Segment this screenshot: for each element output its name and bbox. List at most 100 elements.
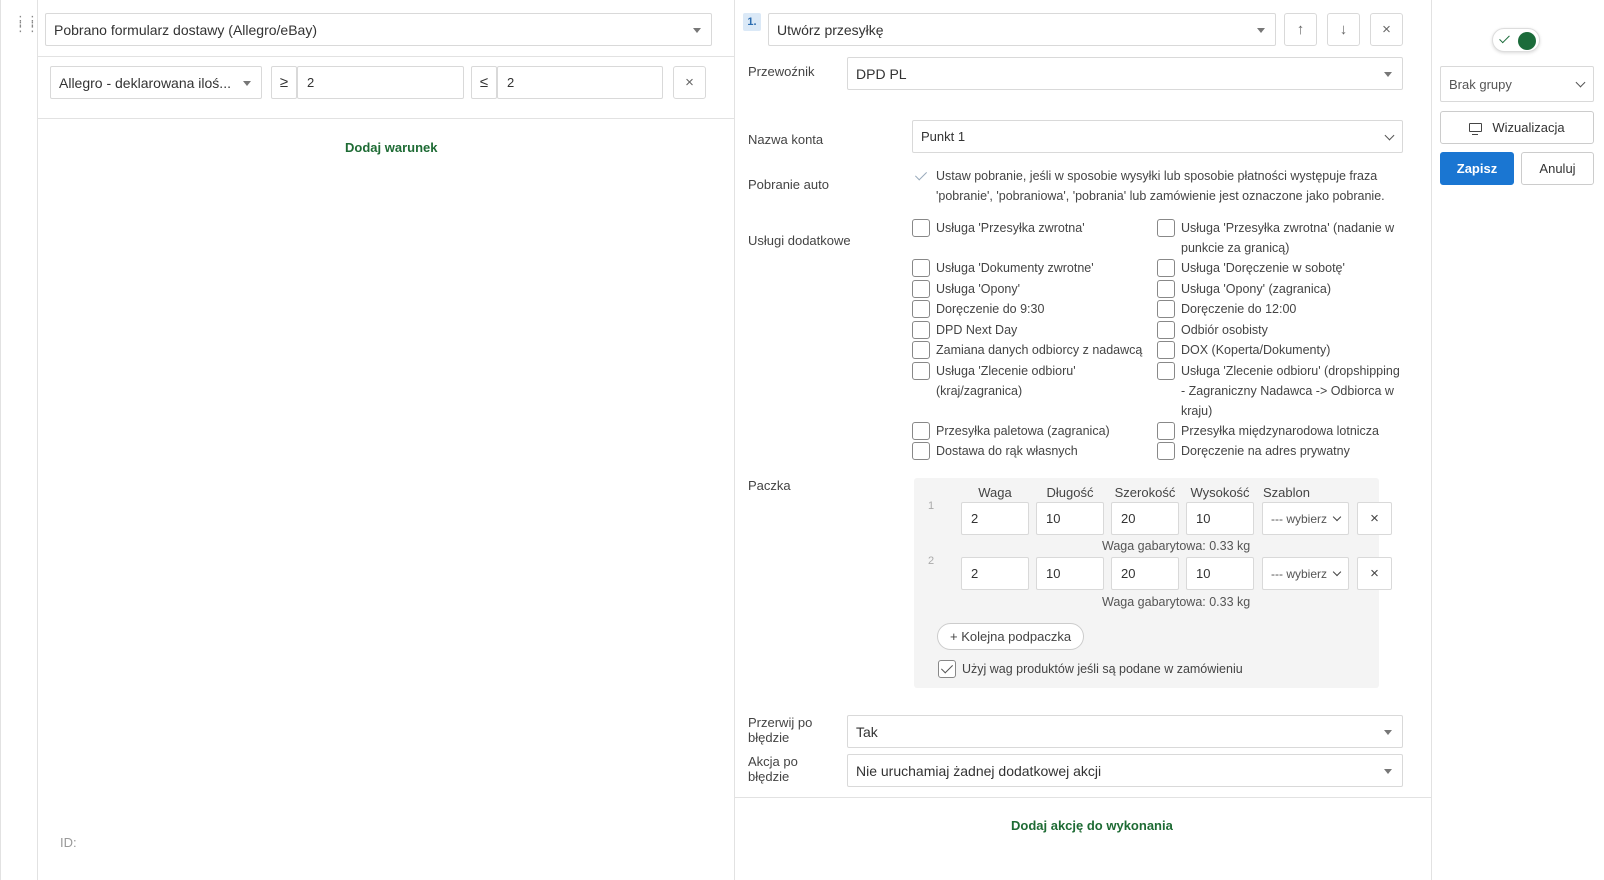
service-checkbox[interactable] bbox=[1157, 280, 1175, 298]
parcel-weight-input[interactable]: 2 bbox=[961, 502, 1029, 535]
service-checkbox[interactable] bbox=[912, 280, 930, 298]
remove-parcel-button[interactable]: × bbox=[1357, 502, 1392, 535]
service-checkbox[interactable] bbox=[912, 442, 930, 460]
stop-on-error-select[interactable]: Tak bbox=[847, 715, 1403, 748]
service-checkbox-row[interactable]: Usługa 'Zlecenie odbioru' (kraj/zagranica… bbox=[912, 361, 1076, 401]
drag-handle-icon[interactable]: ⋮⋮ ⋮⋮ bbox=[14, 14, 39, 33]
service-checkbox-row[interactable]: Usługa 'Opony' bbox=[912, 279, 1020, 299]
service-checkbox[interactable] bbox=[1157, 422, 1175, 440]
parcel-length-value: 10 bbox=[1046, 511, 1061, 526]
lte-symbol: ≤ bbox=[479, 74, 489, 91]
service-checkbox[interactable] bbox=[912, 321, 930, 339]
lte-value-input[interactable]: 2 bbox=[497, 66, 663, 99]
service-checkbox-row[interactable]: DPD Next Day bbox=[912, 320, 1017, 340]
service-checkbox[interactable] bbox=[912, 422, 930, 440]
parcel-height-input[interactable]: 10 bbox=[1186, 557, 1254, 590]
caret-down-icon bbox=[1384, 729, 1392, 735]
move-up-button[interactable]: ↑ bbox=[1284, 13, 1317, 46]
service-checkbox[interactable] bbox=[912, 341, 930, 359]
service-checkbox[interactable] bbox=[1157, 259, 1175, 277]
on-error-select[interactable]: Nie uruchamiaj żadnej dodatkowej akcji bbox=[847, 754, 1403, 787]
service-checkbox-row[interactable]: Usługa 'Przesyłka zwrotna' (nadanie w pun… bbox=[1157, 218, 1394, 258]
caret-down-icon bbox=[1384, 71, 1392, 77]
service-checkbox[interactable] bbox=[1157, 442, 1175, 460]
rule-active-toggle[interactable] bbox=[1492, 28, 1540, 52]
service-checkbox[interactable] bbox=[1157, 219, 1175, 237]
service-checkbox[interactable] bbox=[1157, 321, 1175, 339]
service-checkbox-row[interactable]: Usługa 'Opony' (zagranica) bbox=[1157, 279, 1331, 299]
service-label: Usługa 'Opony' (zagranica) bbox=[1181, 282, 1331, 296]
service-checkbox-row[interactable]: DOX (Koperta/Dokumenty) bbox=[1157, 340, 1330, 360]
condition-panel: Pobrano formularz dostawy (Allegro/eBay)… bbox=[38, 0, 735, 880]
cod-auto-checkbox[interactable] bbox=[912, 167, 930, 185]
account-value: Punkt 1 bbox=[921, 129, 966, 144]
service-label: Usługa 'Opony' bbox=[936, 282, 1020, 296]
service-checkbox-row[interactable]: Usługa 'Dokumenty zwrotne' bbox=[912, 258, 1094, 278]
add-condition-link[interactable]: Dodaj warunek bbox=[345, 140, 437, 155]
cod-auto-checkbox-row[interactable]: Ustaw pobranie, jeśli w sposobie wysyłki… bbox=[912, 166, 1406, 206]
service-checkbox-row[interactable]: Usługa 'Zlecenie odbioru' (dropshipping -… bbox=[1157, 361, 1400, 421]
remove-parcel-button[interactable]: × bbox=[1357, 557, 1392, 590]
service-checkbox[interactable] bbox=[912, 300, 930, 318]
service-checkbox[interactable] bbox=[1157, 300, 1175, 318]
stop-on-error-label-line: błędzie bbox=[748, 730, 790, 745]
parcel-template-select[interactable]: --- wybierz bbox=[1262, 557, 1349, 590]
caret-down-icon bbox=[1257, 27, 1265, 33]
rule-field-select[interactable]: Allegro - deklarowana iloś... bbox=[50, 66, 262, 99]
parcel-template-select[interactable]: --- wybierz bbox=[1262, 502, 1349, 535]
remove-action-button[interactable]: × bbox=[1370, 13, 1403, 46]
trigger-select[interactable]: Pobrano formularz dostawy (Allegro/eBay) bbox=[45, 13, 712, 46]
service-label: Usługa 'Zlecenie odbioru' (kraj/zagranica… bbox=[936, 361, 1076, 401]
service-checkbox-row[interactable]: Doręczenie do 9:30 bbox=[912, 299, 1044, 319]
parcel-width-input[interactable]: 20 bbox=[1111, 557, 1179, 590]
service-checkbox-row[interactable]: Przesyłka paletowa (zagranica) bbox=[912, 421, 1110, 441]
service-label: Usługa 'Przesyłka zwrotna' bbox=[936, 221, 1085, 235]
parcel-length-input[interactable]: 10 bbox=[1036, 502, 1104, 535]
service-checkbox-row[interactable]: Usługa 'Przesyłka zwrotna' bbox=[912, 218, 1085, 238]
gte-value-input[interactable]: 2 bbox=[297, 66, 464, 99]
on-error-value: Nie uruchamiaj żadnej dodatkowej akcji bbox=[856, 762, 1102, 779]
action-type-select[interactable]: Utwórz przesyłkę bbox=[768, 13, 1276, 46]
stop-on-error-label: Przerwij po błędzie bbox=[748, 715, 812, 745]
move-down-button[interactable]: ↓ bbox=[1327, 13, 1360, 46]
parcel-width-value: 20 bbox=[1121, 566, 1136, 581]
cancel-button[interactable]: Anuluj bbox=[1521, 152, 1594, 185]
add-subparcel-button[interactable]: + Kolejna podpaczka bbox=[937, 623, 1085, 650]
rule-id-label: ID: bbox=[60, 835, 77, 850]
parcel-weight-input[interactable]: 2 bbox=[961, 557, 1029, 590]
service-checkbox-row[interactable]: Usługa 'Doręczenie w sobotę' bbox=[1157, 258, 1345, 278]
service-checkbox[interactable] bbox=[912, 362, 930, 380]
close-icon: × bbox=[1382, 21, 1391, 38]
service-checkbox[interactable] bbox=[1157, 341, 1175, 359]
visualize-button[interactable]: Wizualizacja bbox=[1440, 111, 1594, 144]
carrier-select[interactable]: DPD PL bbox=[847, 57, 1403, 90]
service-label: Doręczenie na adres prywatny bbox=[1181, 444, 1350, 458]
service-checkbox[interactable] bbox=[912, 219, 930, 237]
service-checkbox-row[interactable]: Przesyłka międzynarodowa lotnicza bbox=[1157, 421, 1379, 441]
parcel-height-input[interactable]: 10 bbox=[1186, 502, 1254, 535]
parcel-height-value: 10 bbox=[1196, 511, 1211, 526]
service-label: DPD Next Day bbox=[936, 323, 1018, 337]
service-checkbox[interactable] bbox=[1157, 362, 1175, 380]
dimensional-weight: Waga gabarytowa: 0.33 kg bbox=[1102, 595, 1251, 609]
service-checkbox-row[interactable]: Dostawa do rąk własnych bbox=[912, 441, 1078, 461]
service-checkbox-row[interactable]: Doręczenie na adres prywatny bbox=[1157, 441, 1350, 461]
service-checkbox-row[interactable]: Odbiór osobisty bbox=[1157, 320, 1268, 340]
service-checkbox[interactable] bbox=[912, 259, 930, 277]
gte-symbol: ≥ bbox=[279, 74, 289, 91]
service-label: Zamiana danych odbiorcy z nadawcą bbox=[936, 343, 1143, 357]
stop-on-error-label-line: Przerwij po bbox=[748, 715, 813, 730]
service-checkbox-row[interactable]: Zamiana danych odbiorcy z nadawcą bbox=[912, 340, 1142, 360]
remove-condition-button[interactable]: × bbox=[673, 66, 706, 99]
use-product-weights-checkbox[interactable] bbox=[938, 660, 956, 678]
save-button[interactable]: Zapisz bbox=[1440, 152, 1514, 185]
add-action-link[interactable]: Dodaj akcję do wykonania bbox=[1011, 818, 1173, 833]
service-checkbox-row[interactable]: Doręczenie do 12:00 bbox=[1157, 299, 1296, 319]
group-select[interactable]: Brak grupy bbox=[1440, 66, 1594, 102]
parcel-width-input[interactable]: 20 bbox=[1111, 502, 1179, 535]
column-header-weight: Waga bbox=[978, 485, 1012, 500]
service-label: Doręczenie do 12:00 bbox=[1181, 302, 1297, 316]
parcel-length-input[interactable]: 10 bbox=[1036, 557, 1104, 590]
account-select[interactable]: Punkt 1 bbox=[912, 120, 1403, 153]
use-product-weights-row[interactable]: Użyj wag produktów jeśli są podane w zam… bbox=[938, 659, 1243, 679]
